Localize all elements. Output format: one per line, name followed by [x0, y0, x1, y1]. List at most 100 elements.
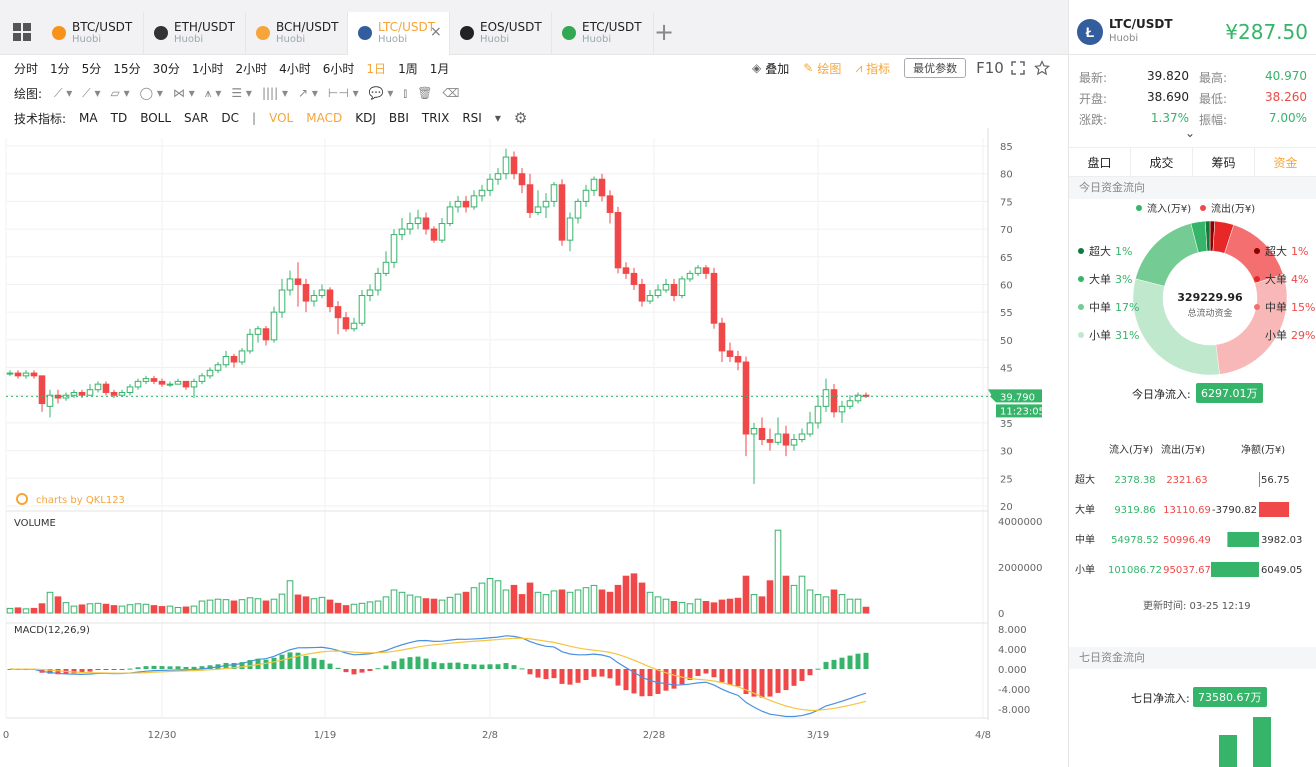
date-tick: 3/19: [807, 730, 829, 741]
stat-value: 40.970: [1265, 69, 1307, 83]
line-tool-icon[interactable]: ⟋ ▾: [54, 86, 72, 101]
period-3[interactable]: 15分: [113, 60, 140, 77]
volume-bar: [734, 597, 742, 614]
macd-label: MACD(12,26,9): [14, 625, 90, 636]
panel-tab-1[interactable]: 成交: [1131, 148, 1193, 176]
draw-button[interactable]: ✎ 绘图: [803, 60, 841, 77]
volume-bar: [566, 591, 574, 614]
candle: [238, 350, 246, 363]
macd-hist-bar: [327, 663, 333, 669]
indicator-toolbar: 技术指标: MA TD BOLL SAR DC | VOL MACD KDJ BBI TRIX RSI ▾…: [0, 107, 1068, 129]
table-in: 9319.86: [1114, 505, 1155, 516]
candle: [438, 223, 446, 241]
price-chart[interactable]: 8580757065605550454035302520012/301/192/…: [0, 128, 1068, 767]
volume-bar: [134, 603, 142, 614]
star-icon[interactable]: [1033, 60, 1050, 76]
arrow-tool-icon[interactable]: ↗ ▾: [298, 86, 318, 100]
measure-tool-icon[interactable]: ⊢⊣ ▾: [328, 86, 359, 100]
period-8[interactable]: 6小时: [323, 60, 355, 77]
indicator-ma[interactable]: MA: [79, 111, 98, 125]
period-10[interactable]: 1周: [398, 60, 418, 77]
tab-ltc-usdt[interactable]: LTC/USDT Huobi ×: [348, 12, 450, 55]
period-5[interactable]: 1小时: [192, 60, 224, 77]
grid-icon[interactable]: [12, 22, 32, 42]
table-row-label: 超大: [1075, 473, 1095, 486]
period-1[interactable]: 1分: [50, 60, 70, 77]
tab-btc-usdt[interactable]: BTC/USDT Huobi: [42, 12, 144, 55]
text-tool-icon[interactable]: 💬 ▾: [369, 86, 394, 100]
best-params-button[interactable]: 最优参数: [904, 58, 967, 78]
pattern-tool-icon[interactable]: ⩚ ▾: [205, 86, 222, 101]
stat-label: 最高:: [1199, 71, 1228, 85]
volume-bar: [486, 578, 494, 614]
indicator-dc[interactable]: DC: [221, 111, 239, 125]
candle: [462, 200, 470, 208]
candle: [318, 289, 326, 297]
volume-bar: [326, 599, 334, 614]
settings-gear-icon[interactable]: ⚙: [514, 109, 527, 127]
trash-icon[interactable]: 🗑: [417, 86, 432, 100]
table-in: 101086.72: [1108, 565, 1162, 576]
expand-chevron-icon[interactable]: ⌄: [1185, 126, 1195, 140]
candle: [102, 383, 110, 393]
macd-hist-bar: [807, 669, 813, 676]
candle: [598, 178, 606, 197]
fork-tool-icon[interactable]: ⋈ ▾: [173, 86, 195, 100]
tab-etc-usdt[interactable]: ETC/USDT Huobi: [552, 12, 654, 55]
period-7[interactable]: 4小时: [279, 60, 311, 77]
period-9[interactable]: 1日: [366, 60, 386, 77]
panel-tab-3[interactable]: 资金: [1255, 148, 1316, 176]
volume-bar: [494, 580, 502, 614]
ray-tool-icon[interactable]: ⟋ ▾: [82, 86, 100, 101]
indicator-rsi[interactable]: RSI: [462, 111, 482, 125]
channel-tool-icon[interactable]: ▱ ▾: [111, 86, 130, 100]
period-4[interactable]: 30分: [153, 60, 180, 77]
period-11[interactable]: 1月: [430, 60, 450, 77]
panel-tab-0[interactable]: 盘口: [1069, 148, 1131, 176]
volume-bar: [702, 601, 710, 614]
candle: [214, 364, 222, 371]
indicator-macd[interactable]: MACD: [306, 111, 342, 125]
indicator-td[interactable]: TD: [111, 111, 128, 125]
tab-bch-usdt[interactable]: BCH/USDT Huobi: [246, 12, 348, 55]
more-indicators-icon[interactable]: ▾: [495, 111, 501, 125]
overlay-label: 叠加: [765, 61, 790, 76]
close-tab-icon[interactable]: ×: [430, 24, 442, 40]
indicator-boll[interactable]: BOLL: [140, 111, 171, 125]
indicator-vol[interactable]: VOL: [269, 111, 293, 125]
tab-eos-usdt[interactable]: EOS/USDT Huobi: [450, 12, 552, 55]
indicator-sar[interactable]: SAR: [184, 111, 208, 125]
f10-button[interactable]: F10: [976, 59, 1004, 77]
fullscreen-icon[interactable]: [1010, 60, 1026, 76]
candle: [254, 328, 262, 335]
volume-bar: [14, 607, 22, 614]
macd-hist-bar: [559, 669, 565, 684]
gann-tool-icon[interactable]: |||| ▾: [262, 86, 288, 100]
overlay-button[interactable]: ◈ 叠加: [752, 60, 789, 77]
period-2[interactable]: 5分: [82, 60, 102, 77]
period-6[interactable]: 2小时: [236, 60, 268, 77]
volume-bar: [518, 594, 526, 614]
indicator-bbi[interactable]: BBI: [389, 111, 409, 125]
volume-bar: [646, 591, 654, 614]
eraser-icon[interactable]: ⌫: [443, 86, 460, 100]
macd-hist-bar: [863, 652, 869, 669]
bars-tool-icon[interactable]: ⫾: [403, 86, 407, 101]
net-bar: [1211, 562, 1259, 577]
indicator-button[interactable]: ⩘ 指标: [855, 60, 890, 77]
volume-bar: [790, 584, 798, 614]
fund-flow-donut: 流入(万¥) 流出(万¥) 329229.96 总流动资金 超大 1% 大单 3% 中单 17% 小…: [1078, 202, 1315, 376]
tab-eth-usdt[interactable]: ETH/USDT Huobi: [144, 12, 246, 55]
indicator-trix[interactable]: TRIX: [422, 111, 449, 125]
fib-tool-icon[interactable]: ☰ ▾: [231, 86, 252, 100]
add-tab-icon[interactable]: +: [654, 20, 674, 44]
price-tick: 45: [1000, 364, 1013, 375]
period-0[interactable]: 分时: [14, 60, 38, 77]
volume-bar: [6, 607, 14, 614]
panel-tab-2[interactable]: 筹码: [1193, 148, 1255, 176]
candle: [406, 223, 414, 230]
stat-label: 最低:: [1199, 92, 1228, 106]
shape-tool-icon[interactable]: ◯ ▾: [140, 86, 163, 100]
candle: [38, 375, 46, 405]
indicator-kdj[interactable]: KDJ: [355, 111, 376, 125]
